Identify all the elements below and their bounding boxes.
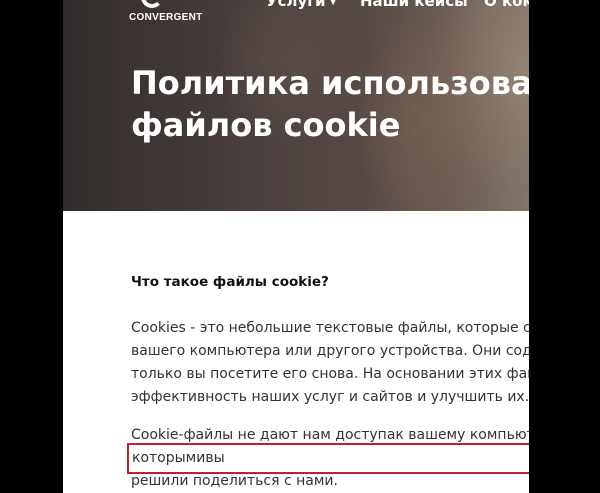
nav-item-services[interactable]: Услуги ▼ (266, 0, 337, 10)
article-content: Что такое файлы cookie? Cookies - это не… (127, 274, 529, 489)
paragraph-line: вашего компьютера или другого устройства… (131, 343, 529, 359)
screenshot-frame: CONVERGENT Услуги▼ Наши кейсы О компании… (0, 0, 600, 493)
highlighted-typo: которымивы (127, 443, 529, 474)
paragraph-line-rest: решили поделиться с нами. (131, 473, 338, 489)
section-heading: Что такое файлы cookie? (131, 274, 329, 290)
paragraph-what-are-cookies: Cookies - это небольшие текстовые файлы,… (131, 317, 529, 409)
paragraph-line: Cookie-файлы не дают нам доступак вашему… (131, 427, 529, 443)
page-title-line-1: Политика использования (131, 64, 529, 102)
paragraph-line: эффективность наших услуг и сайтов и улу… (131, 389, 529, 405)
nav-item-about[interactable]: О компании (484, 0, 529, 10)
paragraph-line: которымивы решили поделиться с нами. (127, 443, 529, 493)
logo[interactable]: CONVERGENT (129, 0, 209, 26)
top-navigation: CONVERGENT Услуги▼ Наши кейсы О компании (63, 0, 529, 30)
page-title-line-2: файлов cookie (131, 106, 401, 144)
nav-item-services-label: Услуги (266, 0, 326, 10)
nav-item-cases[interactable]: Наши кейсы (360, 0, 468, 10)
paragraph-line: Cookies - это небольшие текстовые файлы,… (131, 320, 529, 336)
logo-mark-icon (141, 0, 163, 8)
paragraph-cookie-access: Cookie-файлы не дают нам доступак вашему… (127, 424, 529, 493)
hero-banner: CONVERGENT Услуги▼ Наши кейсы О компании… (63, 0, 529, 211)
logo-text: CONVERGENT (129, 12, 203, 23)
paragraph-line: только вы посетите его снова. На основан… (131, 366, 529, 382)
web-page: CONVERGENT Услуги▼ Наши кейсы О компании… (63, 0, 529, 493)
page-title: Политика использования файлов cookie (131, 62, 529, 146)
chevron-down-icon: ▼ (329, 0, 337, 7)
